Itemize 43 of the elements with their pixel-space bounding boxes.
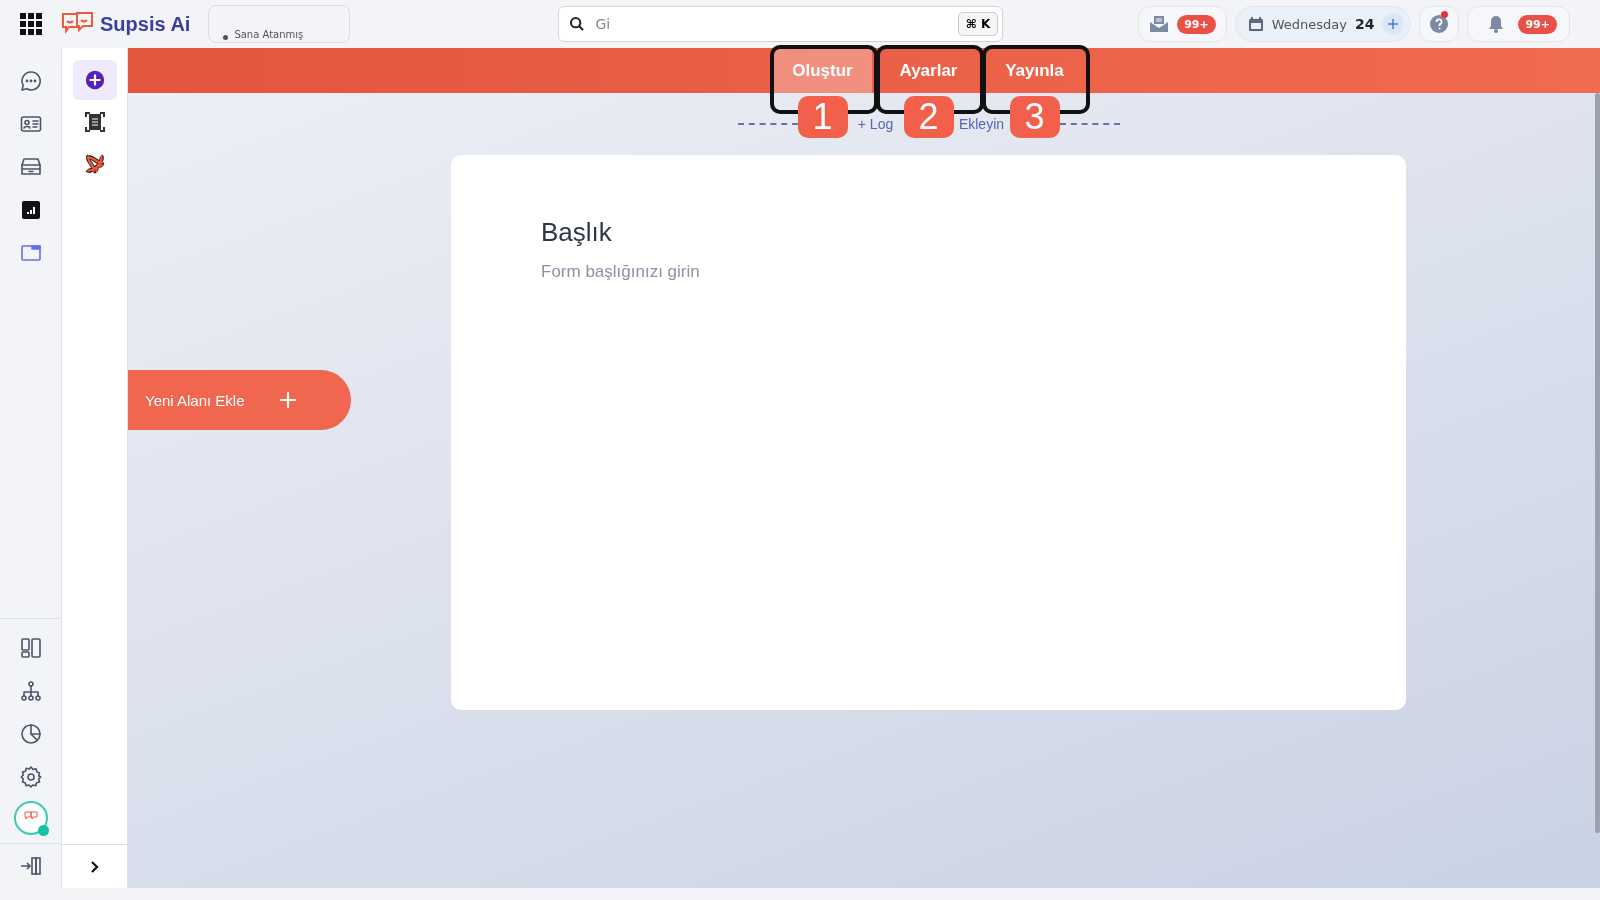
mail-button[interactable]: 99+ [1138, 6, 1227, 42]
tab[interactable]: Yayınla [985, 48, 1084, 93]
count-badge: 99+ [1177, 14, 1216, 34]
plus-icon [1388, 19, 1399, 29]
mail-icon [1149, 15, 1170, 33]
shortcut-key: ⌘ K [957, 12, 999, 36]
form-subtitle[interactable]: Form başlığınızı girin [541, 262, 1316, 282]
help-button[interactable] [1419, 6, 1460, 42]
tool-item[interactable] [72, 60, 117, 100]
assigned-filter[interactable]: Sana Atanmış [208, 5, 351, 43]
add-event-button[interactable] [1382, 13, 1405, 35]
scan-icon [82, 110, 107, 134]
search-icon [569, 16, 586, 32]
bell-icon [1488, 15, 1505, 33]
settings-icon [18, 765, 43, 789]
weekday-label: Wednesday [1271, 16, 1347, 32]
hierarchy-icon [18, 679, 43, 703]
add-field-button[interactable]: Yeni Alanı Ekle [128, 370, 351, 430]
step-badge: 2 [903, 96, 954, 138]
add-icon [83, 69, 106, 91]
notifications-button[interactable]: 99+ [1467, 6, 1570, 42]
tab[interactable]: Ayarlar [879, 48, 978, 93]
search-field[interactable]: Gi ⌘ K [558, 6, 1004, 42]
add-logo-link[interactable]: + Log [847, 116, 904, 132]
step-badge: 3 [1009, 96, 1060, 138]
count-badge: 99+ [1518, 14, 1557, 34]
add-logo-link[interactable]: Ekleyin [953, 116, 1010, 132]
apps-grid-icon[interactable] [20, 13, 42, 35]
pie-chart-icon [18, 722, 43, 746]
help-icon [1430, 15, 1449, 33]
logo-icon [23, 811, 38, 821]
form-title[interactable]: Başlık [541, 217, 1316, 248]
brand-name: Supsis Ai [100, 12, 191, 36]
day-number: 24 [1355, 16, 1375, 32]
calendar-icon [1247, 16, 1264, 32]
date-pill[interactable]: Wednesday 24 [1234, 6, 1412, 42]
plus-icon [278, 391, 297, 409]
exit-icon[interactable] [18, 854, 43, 878]
layout-icon [18, 636, 43, 660]
tab[interactable]: Oluştur [773, 48, 872, 93]
chat-icon [18, 69, 43, 93]
step-badge: 1 [797, 96, 848, 138]
chevron-right-icon [89, 859, 100, 874]
